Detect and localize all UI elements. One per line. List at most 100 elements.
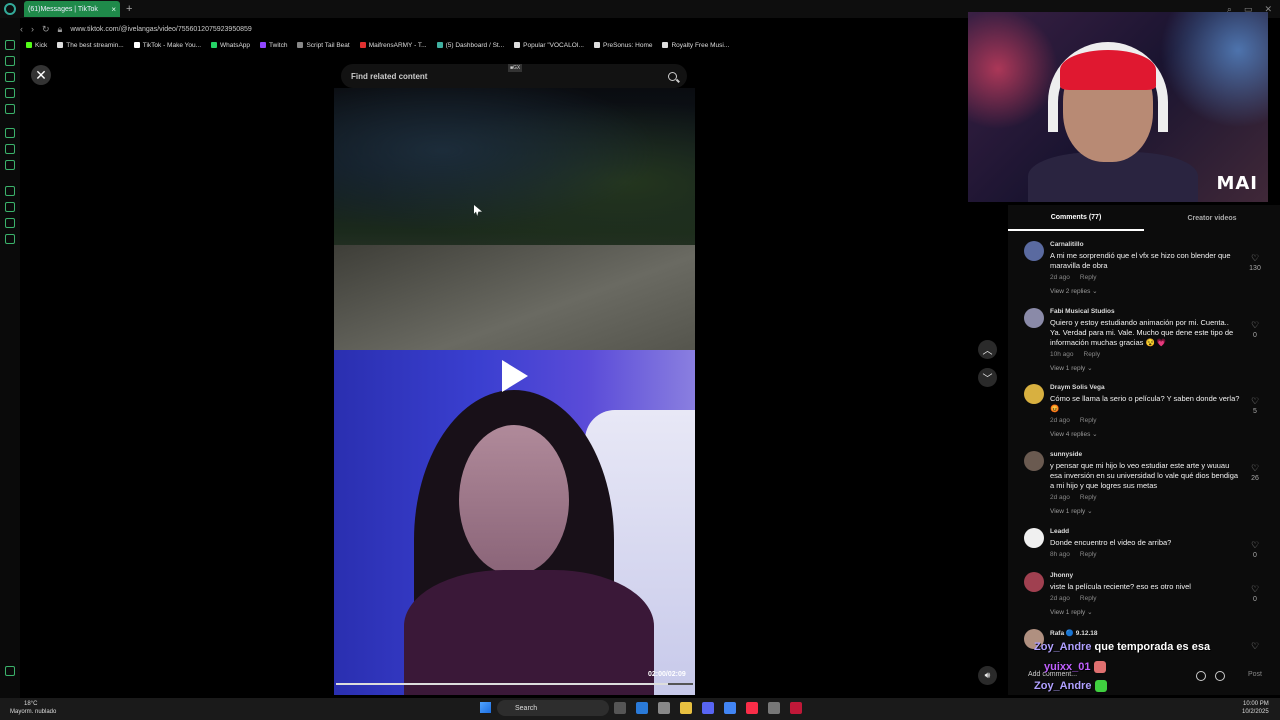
bookmark-favicon-icon bbox=[297, 42, 304, 48]
chrome-icon[interactable] bbox=[724, 702, 736, 714]
like-button[interactable]: ♡ 0 bbox=[1248, 584, 1262, 603]
taskbar-search-label: Search bbox=[515, 704, 538, 712]
windows-start-icon[interactable] bbox=[480, 702, 491, 713]
avatar[interactable] bbox=[1024, 308, 1044, 328]
taskbar-search[interactable]: Search bbox=[497, 700, 609, 716]
comment-username[interactable]: Carnalitillo bbox=[1050, 241, 1240, 248]
bookmark-item[interactable]: The best streamin... bbox=[57, 42, 124, 49]
sidebar-refresh-icon[interactable] bbox=[5, 56, 15, 66]
taskbar-clock[interactable]: 10:00 PM 10/2/2025 bbox=[1242, 700, 1269, 716]
sidebar-whatsapp-icon[interactable] bbox=[5, 104, 15, 114]
comment-time: 2d ago bbox=[1050, 494, 1070, 501]
reply-button[interactable]: Reply bbox=[1080, 274, 1097, 281]
bookmark-item[interactable]: Script Tail Beat bbox=[297, 42, 350, 49]
heart-icon: ♡ bbox=[1250, 641, 1260, 651]
sidebar-twitch-icon[interactable] bbox=[5, 72, 15, 82]
reload-icon[interactable]: ↻ bbox=[42, 24, 50, 35]
music-icon[interactable] bbox=[746, 702, 758, 714]
opera-gx-icon[interactable] bbox=[790, 702, 802, 714]
volume-icon[interactable]: 🔊︎ bbox=[978, 666, 997, 685]
comment-username[interactable]: Jhonny bbox=[1050, 572, 1240, 579]
new-tab-button[interactable]: + bbox=[126, 3, 132, 15]
tab-title: (61)Messages | TikTok bbox=[28, 5, 98, 13]
avatar[interactable] bbox=[1024, 451, 1044, 471]
bookmark-favicon-icon bbox=[133, 42, 140, 48]
avatar[interactable] bbox=[1024, 384, 1044, 404]
bookmark-item[interactable]: Popular "VOCALOI... bbox=[514, 42, 584, 49]
bookmark-item[interactable]: MaifrensARMY - T... bbox=[359, 42, 427, 49]
sidebar-history-icon[interactable] bbox=[5, 202, 15, 212]
bookmark-item[interactable]: Kick bbox=[26, 42, 47, 49]
video-progress-bar[interactable] bbox=[336, 683, 693, 685]
sidebar-tiktok-icon[interactable] bbox=[5, 144, 15, 154]
opera-gx-logo-icon[interactable] bbox=[4, 3, 16, 15]
bookmark-item[interactable]: (5) Dashboard / St... bbox=[436, 42, 504, 49]
avatar[interactable] bbox=[1024, 572, 1044, 592]
tab-comments[interactable]: Comments (77) bbox=[1008, 205, 1144, 231]
view-replies-button[interactable]: View 1 reply ⌄ bbox=[1050, 364, 1240, 372]
comment-username[interactable]: Leadd bbox=[1050, 528, 1240, 535]
comment-username[interactable]: Fabi Musical Studios bbox=[1050, 308, 1240, 315]
play-icon[interactable] bbox=[502, 360, 528, 392]
tab-creator-videos[interactable]: Creator videos bbox=[1144, 205, 1280, 231]
avatar[interactable] bbox=[1024, 241, 1044, 261]
view-replies-button[interactable]: View 2 replies ⌄ bbox=[1050, 287, 1240, 295]
sidebar-messenger-icon[interactable] bbox=[5, 40, 15, 50]
chatgpt-icon[interactable] bbox=[768, 702, 780, 714]
sidebar-discord-icon[interactable] bbox=[5, 88, 15, 98]
close-video-button[interactable]: ✕ bbox=[31, 65, 51, 85]
url-field[interactable]: www.tiktok.com/@ivelangas/video/75560120… bbox=[70, 26, 251, 33]
like-button[interactable]: ♡ 130 bbox=[1248, 253, 1262, 272]
video-frame-bottom[interactable] bbox=[334, 350, 695, 695]
reply-button[interactable]: Reply bbox=[1080, 595, 1097, 602]
video-frame-top[interactable] bbox=[334, 88, 695, 350]
sidebar-apps-icon[interactable] bbox=[5, 128, 15, 138]
view-replies-button[interactable]: View 1 reply ⌄ bbox=[1050, 507, 1240, 515]
bookmark-item[interactable]: PreSonus: Home bbox=[593, 42, 652, 49]
reply-button[interactable]: Reply bbox=[1080, 551, 1097, 558]
bookmark-item[interactable]: WhatsApp bbox=[211, 42, 250, 49]
comment-username[interactable]: Rafa 🔵 9.12.18 bbox=[1050, 629, 1240, 637]
like-button[interactable]: ♡ 0 bbox=[1248, 320, 1262, 339]
forest-scene bbox=[334, 88, 695, 246]
like-button[interactable]: ♡ bbox=[1248, 641, 1262, 653]
view-replies-button[interactable]: View 1 reply ⌄ bbox=[1050, 608, 1240, 616]
red-cap bbox=[1060, 50, 1156, 90]
bookmark-item[interactable]: TikTok - Make You... bbox=[133, 42, 201, 49]
mention-icon[interactable] bbox=[1196, 671, 1206, 681]
previous-video-chevron-up-icon[interactable]: ︿ bbox=[978, 340, 997, 359]
like-button[interactable]: ♡ 0 bbox=[1248, 540, 1262, 559]
reply-button[interactable]: Reply bbox=[1080, 494, 1097, 501]
sidebar-settings-icon[interactable] bbox=[5, 234, 15, 244]
like-button[interactable]: ♡ 26 bbox=[1248, 463, 1262, 482]
outlook-icon[interactable] bbox=[636, 702, 648, 714]
weather-widget[interactable]: 18°C Mayorm. nublado bbox=[10, 700, 56, 716]
reply-button[interactable]: Reply bbox=[1084, 351, 1101, 358]
like-button[interactable]: ♡ 5 bbox=[1248, 396, 1262, 415]
back-icon[interactable]: ‹ bbox=[20, 24, 23, 34]
bookmark-item[interactable]: Royalty Free Musi... bbox=[662, 42, 729, 49]
sidebar-player-icon[interactable] bbox=[5, 186, 15, 196]
github-icon[interactable] bbox=[658, 702, 670, 714]
file-explorer-icon[interactable] bbox=[680, 702, 692, 714]
task-view-icon[interactable] bbox=[614, 702, 626, 714]
sidebar-gx-icon[interactable] bbox=[5, 666, 15, 676]
bookmark-item[interactable]: Twitch bbox=[260, 42, 287, 49]
bookmark-favicon-icon bbox=[436, 42, 443, 48]
post-button[interactable]: Post bbox=[1248, 671, 1262, 678]
comment-username[interactable]: sunnyside bbox=[1050, 451, 1240, 458]
tab-close-icon[interactable]: × bbox=[111, 5, 116, 14]
emoji-icon[interactable] bbox=[1215, 671, 1225, 681]
reply-button[interactable]: Reply bbox=[1080, 417, 1097, 424]
avatar[interactable] bbox=[1024, 528, 1044, 548]
discord-icon[interactable] bbox=[702, 702, 714, 714]
next-video-chevron-down-icon[interactable]: ﹀ bbox=[978, 368, 997, 387]
sidebar-extensions-icon[interactable] bbox=[5, 218, 15, 228]
search-icon[interactable] bbox=[668, 71, 677, 81]
forward-icon[interactable]: › bbox=[31, 24, 34, 34]
sidebar-x-icon[interactable] bbox=[5, 160, 15, 170]
video-progress-fill bbox=[336, 683, 668, 685]
view-replies-button[interactable]: View 4 replies ⌄ bbox=[1050, 430, 1240, 438]
comment-username[interactable]: Draym Solis Vega bbox=[1050, 384, 1240, 391]
tab-tiktok[interactable]: (61)Messages | TikTok × bbox=[24, 1, 120, 17]
